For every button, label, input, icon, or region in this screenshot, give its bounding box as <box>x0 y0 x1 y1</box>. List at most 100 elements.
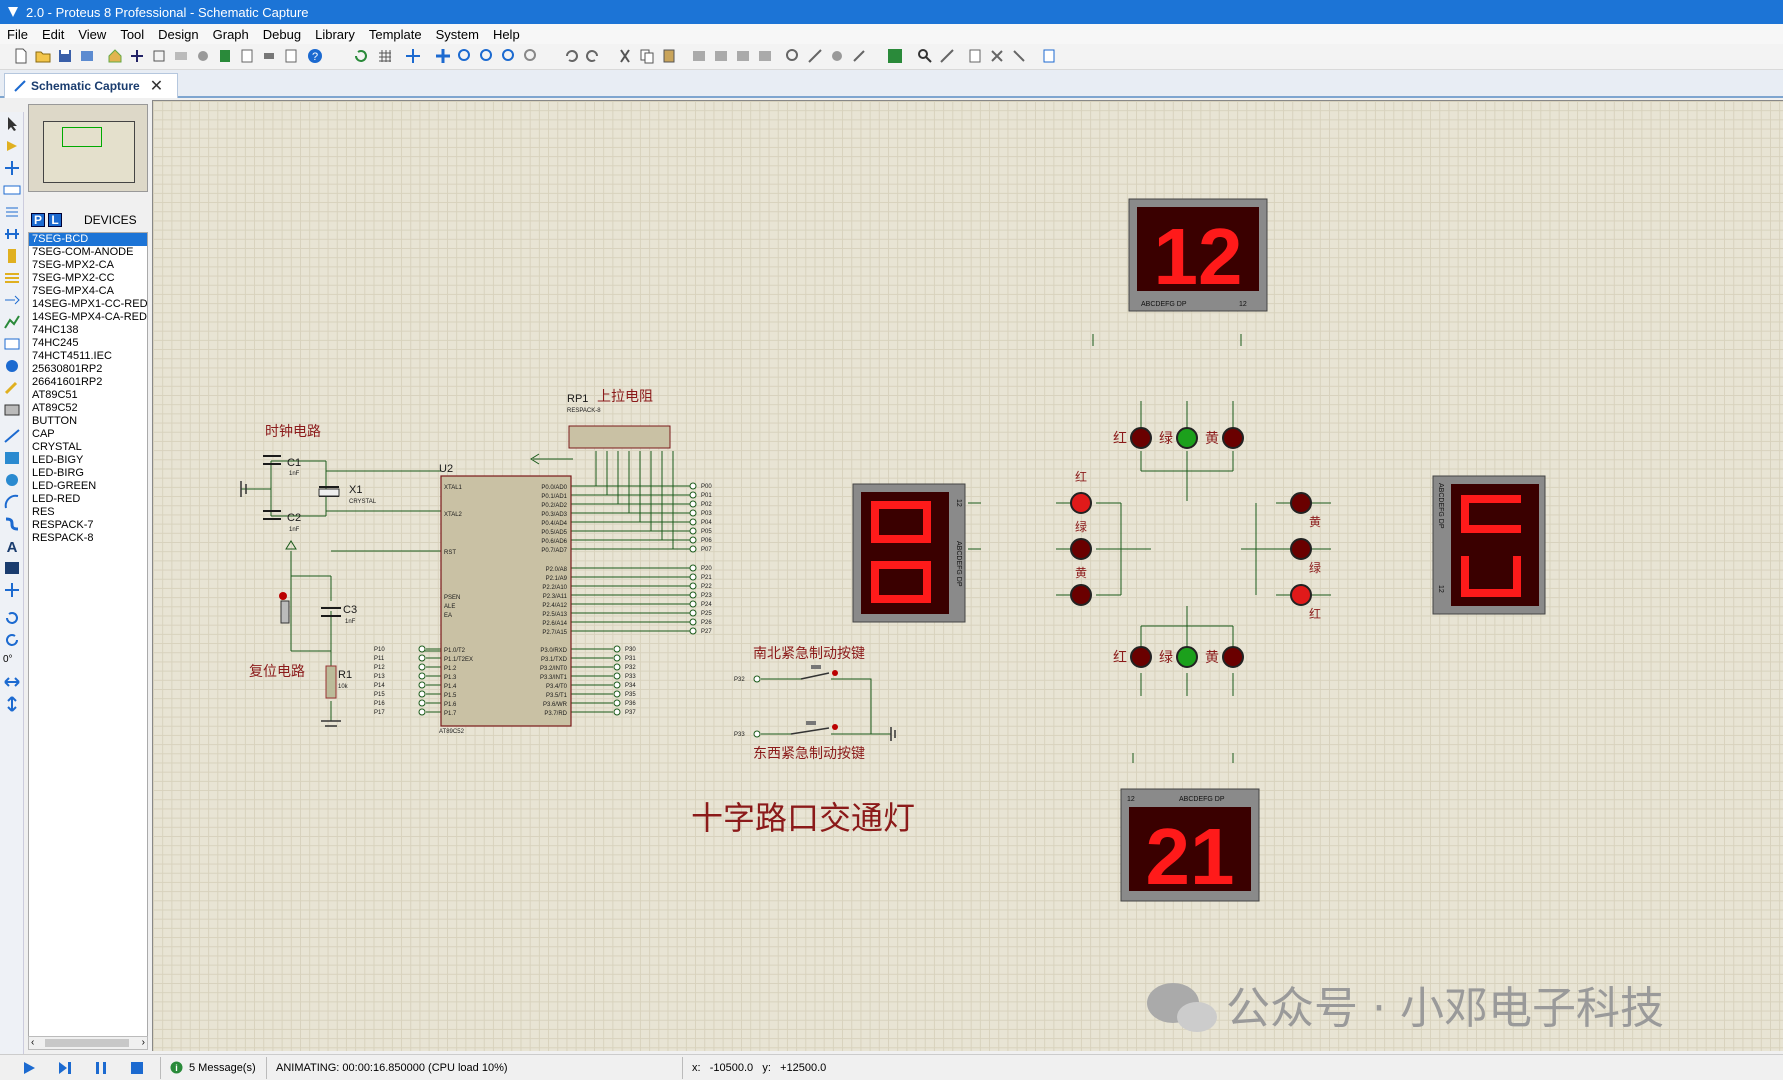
scroll-left-icon[interactable]: ‹ <box>31 1037 34 1048</box>
tab-close-button[interactable]: ✕ <box>150 76 163 96</box>
device-item[interactable]: 74HC138 <box>29 324 147 337</box>
ew-emergency-button[interactable] <box>790 721 838 735</box>
paste-icon[interactable] <box>660 47 678 65</box>
decompose-icon[interactable] <box>850 47 868 65</box>
device-item[interactable]: BUTTON <box>29 415 147 428</box>
select-mode-icon[interactable] <box>3 116 21 132</box>
device-item[interactable]: LED-GREEN <box>29 480 147 493</box>
menu-library[interactable]: Library <box>308 27 362 42</box>
generator-icon[interactable] <box>3 358 21 374</box>
help-icon[interactable]: ? <box>306 47 324 65</box>
tape-recorder-icon[interactable] <box>3 336 21 352</box>
arc-tool-icon[interactable] <box>3 494 21 510</box>
pick-device-icon[interactable] <box>784 47 802 65</box>
packaging-icon[interactable] <box>828 47 846 65</box>
device-item[interactable]: RES <box>29 506 147 519</box>
origin-icon[interactable] <box>404 47 422 65</box>
pan-icon[interactable] <box>434 47 452 65</box>
menu-edit[interactable]: Edit <box>35 27 71 42</box>
ns-emergency-button[interactable] <box>800 665 838 680</box>
device-item[interactable]: CAP <box>29 428 147 441</box>
device-item[interactable]: CRYSTAL <box>29 441 147 454</box>
new-sheet-icon[interactable] <box>966 47 984 65</box>
new-file-icon[interactable] <box>12 47 30 65</box>
menu-system[interactable]: System <box>429 27 486 42</box>
save-icon[interactable] <box>56 47 74 65</box>
messages-indicator[interactable]: i 5 Message(s) <box>170 1061 256 1074</box>
step-icon[interactable] <box>58 1061 72 1075</box>
bus-mode-icon[interactable] <box>3 226 21 242</box>
menu-design[interactable]: Design <box>151 27 205 42</box>
block-move-icon[interactable] <box>712 47 730 65</box>
graph-mode-icon[interactable] <box>3 314 21 330</box>
play-icon[interactable] <box>22 1061 36 1075</box>
device-item[interactable]: 14SEG-MPX4-CA-RED <box>29 311 147 324</box>
menu-tool[interactable]: Tool <box>113 27 151 42</box>
voltage-probe-icon[interactable] <box>3 380 21 396</box>
grid-icon[interactable] <box>376 47 394 65</box>
library-manager-button[interactable]: L <box>48 213 62 227</box>
circle-tool-icon[interactable] <box>3 472 21 488</box>
make-device-icon[interactable] <box>806 47 824 65</box>
schematic-icon[interactable] <box>128 47 146 65</box>
tab-schematic-capture[interactable]: Schematic Capture ✕ <box>4 73 178 98</box>
device-item[interactable]: RESPACK-8 <box>29 532 147 545</box>
bom-icon[interactable] <box>216 47 234 65</box>
menu-graph[interactable]: Graph <box>206 27 256 42</box>
zoom-in-icon[interactable] <box>456 47 474 65</box>
pause-icon[interactable] <box>94 1061 108 1075</box>
zoom-area-icon[interactable] <box>522 47 540 65</box>
report-icon[interactable] <box>1040 47 1058 65</box>
scroll-right-icon[interactable]: › <box>142 1037 145 1048</box>
open-folder-icon[interactable] <box>34 47 52 65</box>
pcb-icon[interactable] <box>150 47 168 65</box>
home-icon[interactable] <box>106 47 124 65</box>
menu-debug[interactable]: Debug <box>256 27 308 42</box>
mirror-horizontal-icon[interactable] <box>3 674 21 690</box>
device-list-scrollbar[interactable]: ‹ › <box>28 1036 148 1050</box>
virtual-instrument-icon[interactable] <box>3 402 21 418</box>
undo-icon[interactable] <box>562 47 580 65</box>
device-item[interactable]: 7SEG-MPX4-CA <box>29 285 147 298</box>
device-item[interactable]: AT89C52 <box>29 402 147 415</box>
device-item[interactable]: 25630801RP2 <box>29 363 147 376</box>
zoom-out-icon[interactable] <box>478 47 496 65</box>
refresh-icon[interactable] <box>352 47 370 65</box>
mirror-vertical-icon[interactable] <box>3 696 21 712</box>
marker-tool-icon[interactable] <box>3 582 21 598</box>
device-item[interactable]: 26641601RP2 <box>29 376 147 389</box>
device-item[interactable]: 14SEG-MPX1-CC-RED <box>29 298 148 311</box>
device-item[interactable]: 7SEG-MPX2-CA <box>29 259 147 272</box>
menu-help[interactable]: Help <box>486 27 527 42</box>
menu-file[interactable]: File <box>0 27 35 42</box>
block-delete-icon[interactable] <box>756 47 774 65</box>
block-copy-icon[interactable] <box>690 47 708 65</box>
remove-sheet-icon[interactable] <box>988 47 1006 65</box>
overview-viewport[interactable] <box>62 127 102 147</box>
device-item[interactable]: RESPACK-7 <box>29 519 147 532</box>
device-item[interactable]: LED-RED <box>29 493 147 506</box>
search-icon[interactable] <box>916 47 934 65</box>
exit-parent-icon[interactable] <box>1010 47 1028 65</box>
device-item[interactable]: 7SEG-BCD <box>29 233 147 246</box>
block-rotate-icon[interactable] <box>734 47 752 65</box>
subcircuit-icon[interactable] <box>3 248 21 264</box>
text-tool-icon[interactable]: A <box>3 538 21 554</box>
menu-template[interactable]: Template <box>362 27 429 42</box>
overview-window[interactable] <box>28 104 148 192</box>
chip-icon[interactable] <box>260 47 278 65</box>
device-item[interactable]: LED-BIGY <box>29 454 147 467</box>
junction-mode-icon[interactable] <box>3 160 21 176</box>
property-tool-icon[interactable] <box>938 47 956 65</box>
cut-icon[interactable] <box>616 47 634 65</box>
component-mode-icon[interactable] <box>3 138 21 154</box>
symbol-tool-icon[interactable] <box>3 560 21 576</box>
path-tool-icon[interactable] <box>3 516 21 532</box>
pin-mode-icon[interactable] <box>3 292 21 308</box>
scrollbar-thumb[interactable] <box>45 1039 129 1047</box>
rotate-ccw-icon[interactable] <box>3 632 21 648</box>
menu-view[interactable]: View <box>71 27 113 42</box>
line-tool-icon[interactable] <box>3 428 21 444</box>
rotate-cw-icon[interactable] <box>3 610 21 626</box>
device-item[interactable]: 74HC245 <box>29 337 147 350</box>
